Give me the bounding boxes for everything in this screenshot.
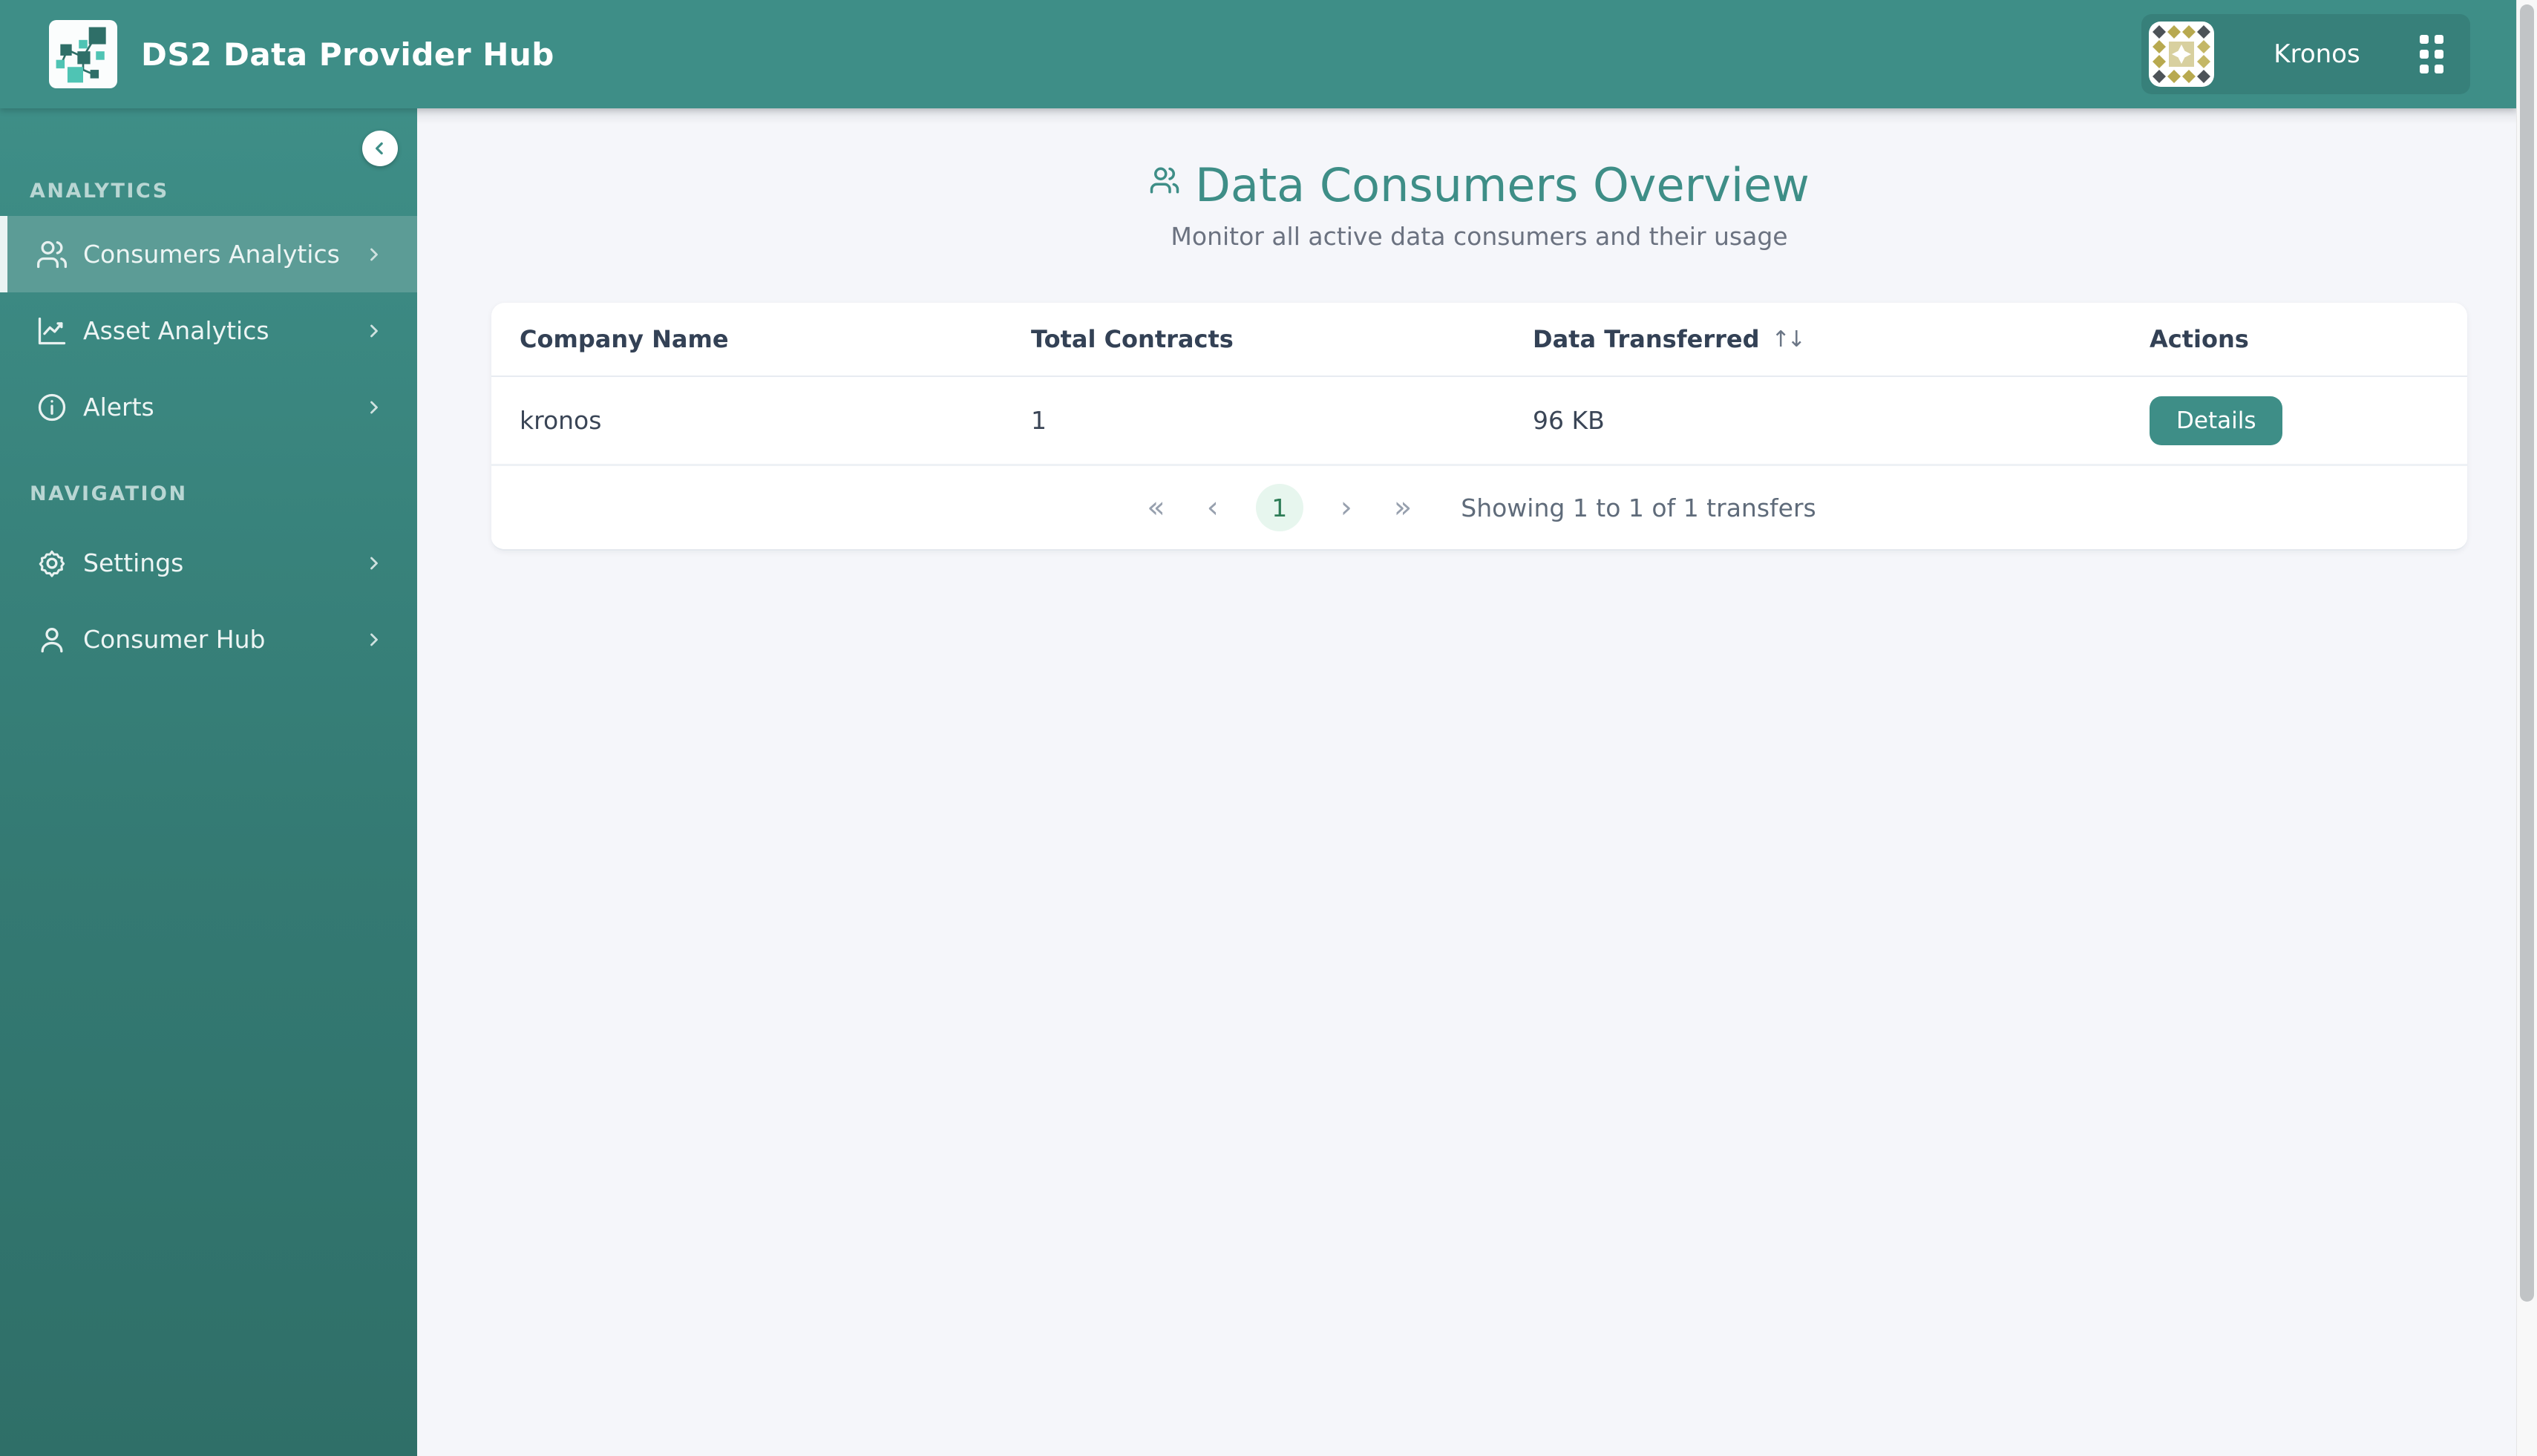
sidebar-item-label: Settings: [83, 548, 184, 577]
sidebar-item-asset-analytics[interactable]: Asset Analytics: [0, 292, 417, 369]
pagination-next-button[interactable]: ›: [1336, 493, 1357, 522]
apps-grid-icon[interactable]: [2420, 35, 2443, 73]
table-header-row: Company Name Total Contracts Data Transf…: [491, 303, 2467, 378]
main-content: Data Consumers Overview Monitor all acti…: [417, 108, 2516, 1456]
workspace-logo-icon: [2149, 22, 2214, 87]
app-logo-icon: [49, 20, 117, 88]
pagination-page-1[interactable]: 1: [1255, 484, 1303, 532]
person-icon: [36, 623, 68, 656]
sidebar-collapse-button[interactable]: [362, 131, 398, 166]
page-subtitle: Monitor all active data consumers and th…: [1171, 222, 1788, 252]
sidebar-item-label: Alerts: [83, 393, 154, 422]
sidebar: ANALYTICS Consumers Analytics Asset Anal…: [0, 108, 417, 1456]
app-title: DS2 Data Provider Hub: [141, 36, 554, 73]
chevron-right-icon: [364, 629, 384, 650]
cell-total-contracts: 1: [1031, 406, 1047, 436]
sidebar-section-navigation: NAVIGATION: [30, 482, 188, 505]
cell-company-name: kronos: [520, 406, 602, 436]
column-header-data-transferred[interactable]: Data Transferred ↑↓: [1505, 325, 2121, 353]
sidebar-item-alerts[interactable]: Alerts: [0, 369, 417, 445]
page: DS2 Data Provider Hub Kronos ANALYTICS C…: [0, 0, 2537, 1456]
consumers-table-card: Company Name Total Contracts Data Transf…: [491, 303, 2467, 551]
cell-data-transferred: 96 KB: [1533, 406, 1605, 436]
chevron-left-icon: [376, 142, 383, 155]
sidebar-item-label: Consumers Analytics: [83, 240, 340, 269]
workspace-switcher-button[interactable]: Kronos: [2141, 14, 2470, 94]
sort-icon[interactable]: ↑↓: [1772, 327, 1806, 352]
scrollbar-thumb[interactable]: [2520, 4, 2534, 1302]
top-header-bar: DS2 Data Provider Hub Kronos: [0, 0, 2516, 108]
chart-line-icon: [36, 315, 68, 347]
pagination-prev-button[interactable]: ‹: [1202, 493, 1223, 522]
workspace-name: Kronos: [2274, 39, 2360, 69]
page-title: Data Consumers Overview: [1195, 158, 1810, 212]
sidebar-item-consumer-hub[interactable]: Consumer Hub: [0, 601, 417, 678]
info-circle-icon: [36, 391, 68, 424]
paginator: « ‹ 1 › » Showing 1 to 1 of 1 transfers: [491, 466, 2467, 550]
sidebar-item-settings[interactable]: Settings: [0, 525, 417, 601]
chevron-right-icon: [364, 397, 384, 418]
sidebar-item-label: Consumer Hub: [83, 625, 266, 654]
sidebar-item-label: Asset Analytics: [83, 316, 269, 345]
pagination-first-button[interactable]: «: [1142, 493, 1169, 522]
column-header-total-contracts: Total Contracts: [1031, 325, 1234, 354]
page-scrollbar[interactable]: [2516, 0, 2537, 1456]
column-header-company-name: Company Name: [520, 325, 729, 354]
column-header-actions: Actions: [2150, 325, 2249, 354]
pagination-last-button[interactable]: »: [1389, 493, 1416, 522]
users-icon: [36, 238, 68, 271]
gear-icon: [36, 547, 68, 580]
details-button[interactable]: Details: [2150, 396, 2283, 445]
chevron-right-icon: [364, 553, 384, 574]
sidebar-section-analytics: ANALYTICS: [30, 180, 169, 203]
users-icon: [1149, 165, 1180, 196]
pagination-summary: Showing 1 to 1 of 1 transfers: [1461, 493, 1816, 522]
sidebar-item-consumers-analytics[interactable]: Consumers Analytics: [0, 216, 417, 292]
chevron-right-icon: [364, 321, 384, 341]
table-row: kronos 1 96 KB Details: [491, 377, 2467, 467]
chevron-right-icon: [364, 244, 384, 265]
